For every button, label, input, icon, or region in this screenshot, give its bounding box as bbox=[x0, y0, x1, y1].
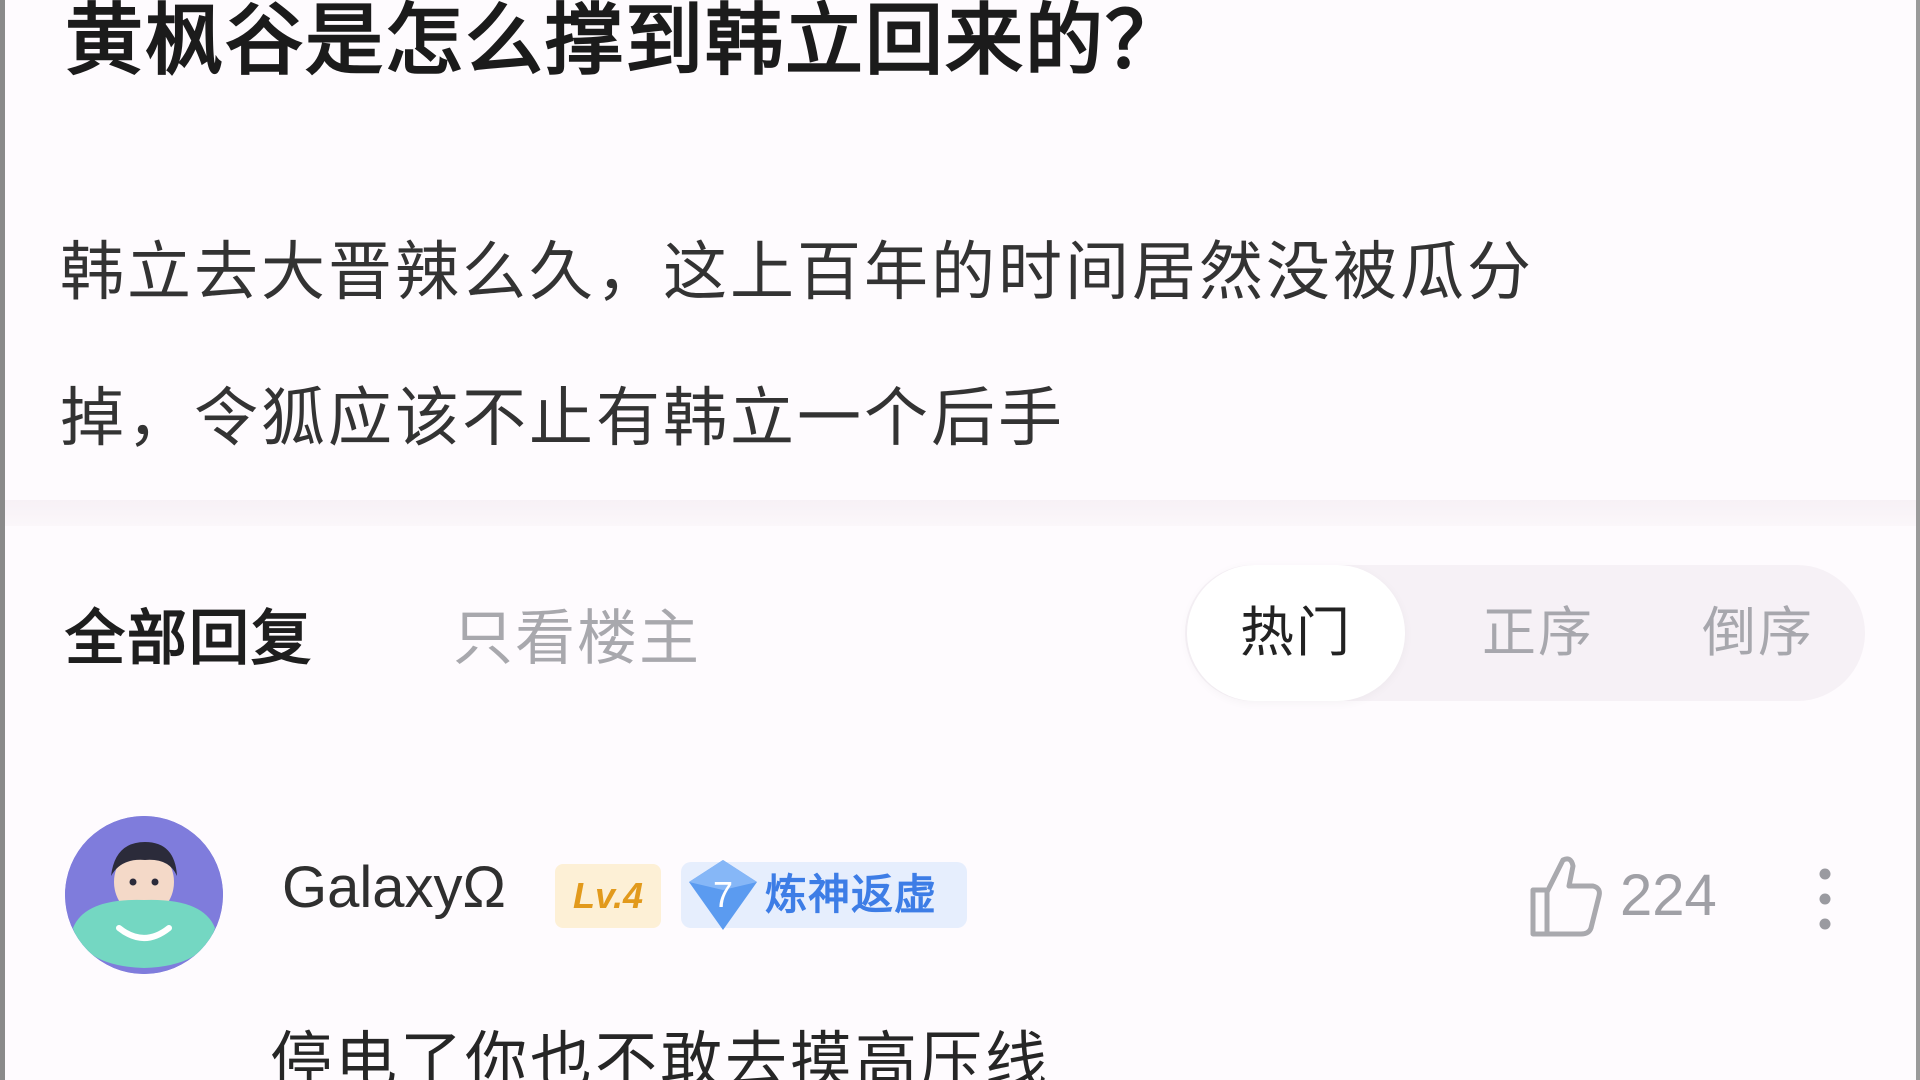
reply-filter-bar: 全部回复 只看楼主 热门 正序 倒序 bbox=[5, 560, 1916, 710]
level-badge: Lv.4 bbox=[555, 864, 661, 928]
comment-item: GalaxyΩ Lv.4 7 炼神返虚 224 停电了你也不敢去摸高压线 bbox=[5, 810, 1916, 1080]
section-divider bbox=[5, 500, 1916, 526]
post-body: 韩立去大晋辣么久，这上百年的时间居然没被瓜分 掉，令狐应该不止有韩立一个后手 bbox=[60, 200, 1860, 492]
thumbs-up-icon bbox=[1530, 856, 1602, 937]
app-screen: 黄枫谷是怎么撑到韩立回来的？ 韩立去大晋辣么久，这上百年的时间居然没被瓜分 掉，… bbox=[0, 0, 1920, 1080]
rank-number: 7 bbox=[712, 874, 734, 915]
sort-ascending-button[interactable]: 正序 bbox=[1453, 565, 1623, 701]
tab-all-replies[interactable]: 全部回复 bbox=[65, 590, 313, 677]
sort-descending-button[interactable]: 倒序 bbox=[1673, 565, 1843, 701]
post-body-line: 韩立去大晋辣么久，这上百年的时间居然没被瓜分 bbox=[60, 236, 1534, 310]
avatar[interactable] bbox=[65, 816, 223, 974]
like-count: 224 bbox=[1620, 863, 1717, 928]
tab-only-op[interactable]: 只看楼主 bbox=[453, 590, 701, 677]
rank-title-badge: 7 炼神返虚 bbox=[681, 860, 967, 930]
comment-text: 停电了你也不敢去摸高压线 bbox=[270, 1024, 1051, 1080]
comment-username[interactable]: GalaxyΩ bbox=[282, 854, 506, 921]
post-body-line: 掉，令狐应该不止有韩立一个后手 bbox=[60, 382, 1065, 456]
avatar-image bbox=[65, 816, 223, 974]
like-button[interactable] bbox=[1525, 850, 1605, 940]
sort-toggle-group: 热门 正序 倒序 bbox=[1185, 565, 1865, 701]
sort-hot-button[interactable]: 热门 bbox=[1187, 565, 1405, 701]
rank-title-text: 炼神返虚 bbox=[765, 870, 938, 919]
more-options-button[interactable] bbox=[1805, 854, 1845, 944]
more-vertical-icon bbox=[1819, 868, 1831, 930]
post-title: 黄枫谷是怎么撑到韩立回来的？ bbox=[65, 0, 1186, 86]
